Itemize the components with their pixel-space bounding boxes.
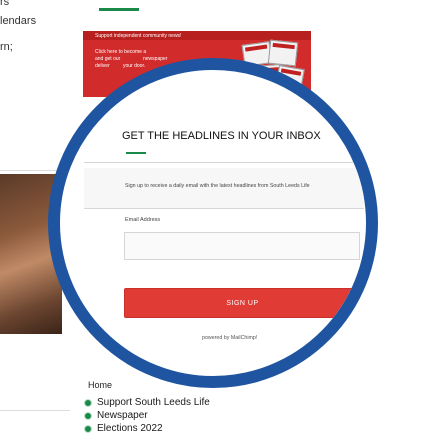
accent-bar bbox=[99, 8, 139, 11]
banner-text: your door. bbox=[123, 63, 146, 69]
link-list: Support South Leeds Life Newspaper Elect… bbox=[84, 396, 210, 435]
banner-title: Support independent community news! bbox=[95, 33, 182, 39]
link-label[interactable]: Elections 2022 bbox=[97, 423, 163, 434]
list-item[interactable]: Support South Leeds Life bbox=[84, 396, 210, 409]
link-label[interactable]: Support South Leeds Life bbox=[97, 397, 210, 408]
bullet-icon bbox=[84, 424, 92, 433]
list-item[interactable]: Newspaper bbox=[84, 409, 210, 422]
divider bbox=[84, 208, 364, 209]
list-item[interactable]: Elections 2022 bbox=[84, 422, 210, 435]
banner-text: Click here to become a bbox=[95, 49, 147, 55]
email-label: Email Address bbox=[125, 217, 161, 223]
background-fragment: lendars bbox=[0, 15, 37, 27]
signup-button[interactable]: SIGN UP bbox=[124, 288, 361, 318]
powered-by-text: powered by MailChimp! bbox=[202, 335, 258, 341]
email-field[interactable] bbox=[124, 232, 360, 260]
headline-underline bbox=[126, 152, 146, 154]
divider bbox=[0, 170, 64, 171]
banner-text: and get our bbox=[95, 56, 121, 62]
link-label[interactable]: Newspaper bbox=[97, 410, 148, 421]
signup-description: Sign up to receive a daily email with th… bbox=[125, 183, 310, 189]
background-fragment: rs bbox=[0, 0, 10, 8]
banner-text: newspaper bbox=[143, 56, 168, 62]
banner-text: deliver bbox=[95, 63, 110, 69]
home-link[interactable]: Home bbox=[88, 380, 112, 390]
magnifier-lens: GET THE HEADLINES IN YOUR INBOX Sign up … bbox=[48, 58, 378, 388]
divider bbox=[0, 410, 70, 411]
background-fragment: rn; bbox=[0, 41, 13, 53]
divider bbox=[84, 162, 364, 163]
bullet-icon bbox=[84, 398, 92, 407]
bullet-icon bbox=[84, 411, 92, 420]
newsletter-headline: GET THE HEADLINES IN YOUR INBOX bbox=[122, 130, 321, 142]
